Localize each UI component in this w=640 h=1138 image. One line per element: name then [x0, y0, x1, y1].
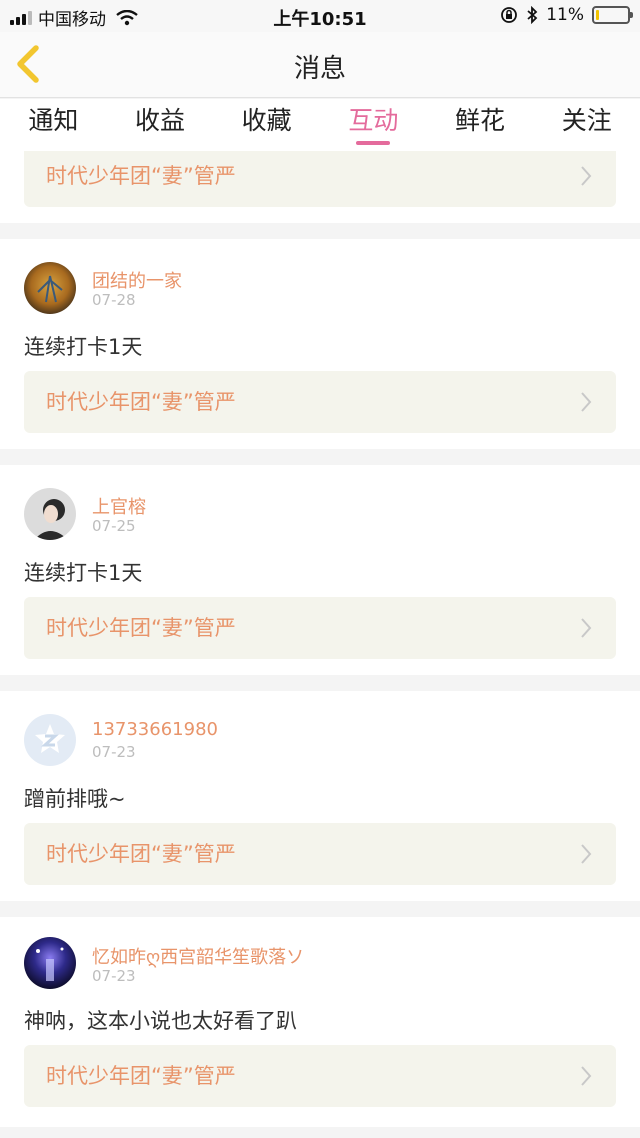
novel-title: 时代少年团“妻”管严	[46, 390, 236, 414]
user-avatar[interactable]	[24, 714, 76, 766]
novel-link-box[interactable]: 时代少年团“妻”管严	[24, 823, 616, 885]
novel-title: 时代少年团“妻”管严	[46, 164, 236, 188]
battery-icon	[592, 6, 633, 24]
tab-bar: 通知 收益 收藏 互动 鲜花 关注	[0, 99, 640, 151]
tab-favorites[interactable]: 收藏	[213, 99, 320, 151]
user-avatar[interactable]	[24, 262, 76, 314]
username[interactable]: 13733661980	[92, 719, 218, 740]
status-bar: 中国移动 上午10:51 11%	[0, 0, 640, 32]
bluetooth-icon	[527, 6, 538, 24]
message-card: 上官榕 07-25 连续打卡1天 时代少年团“妻”管严	[0, 465, 640, 675]
message-date: 07-28	[92, 291, 136, 309]
user-avatar[interactable]	[24, 937, 76, 989]
message-text: 蹭前排哦~	[24, 787, 126, 811]
novel-title: 时代少年团“妻”管严	[46, 842, 236, 866]
chevron-right-icon	[581, 1066, 592, 1086]
nav-header: 消息	[0, 32, 640, 98]
status-right: 11%	[500, 5, 633, 25]
novel-link-box[interactable]: 时代少年团“妻”管严	[24, 371, 616, 433]
orientation-lock-icon	[501, 7, 518, 23]
username[interactable]: 上官榕	[92, 493, 146, 519]
user-avatar[interactable]	[24, 488, 76, 540]
battery-level	[596, 10, 599, 20]
novel-link-box[interactable]: 时代少年团“妻”管严	[24, 151, 616, 207]
avatar-photo	[24, 262, 76, 314]
message-card: 团结的一家 07-28 连续打卡1天 时代少年团“妻”管严	[0, 239, 640, 449]
chevron-right-icon	[581, 166, 592, 186]
message-text: 神呐，这本小说也太好看了趴	[24, 1009, 297, 1033]
battery-percent: 11%	[546, 5, 584, 25]
username[interactable]: 团结的一家	[92, 267, 182, 293]
tab-notifications[interactable]: 通知	[0, 99, 107, 151]
message-date: 07-23	[92, 967, 136, 985]
page-title: 消息	[293, 54, 346, 84]
novel-title: 时代少年团“妻”管严	[46, 616, 236, 640]
message-feed[interactable]: 时代少年团“妻”管严 团结的一家 07-28 连续打卡1天 时代少年团“妻”管严	[0, 151, 640, 1138]
username[interactable]: 忆如昨ღ西宫韶华笙歌落ソ	[92, 943, 304, 969]
tab-following[interactable]: 关注	[533, 99, 640, 151]
qq-default-avatar-icon	[24, 714, 76, 766]
message-card: 时代少年团“妻”管严	[0, 151, 640, 223]
novel-title: 时代少年团“妻”管严	[46, 1064, 236, 1088]
message-date: 07-25	[92, 517, 136, 535]
tab-interactions[interactable]: 互动	[320, 99, 427, 151]
message-card: 忆如昨ღ西宫韶华笙歌落ソ 07-23 神呐，这本小说也太好看了趴 时代少年团“妻…	[0, 917, 640, 1127]
chevron-right-icon	[581, 392, 592, 412]
avatar-photo	[24, 488, 76, 540]
chevron-right-icon	[581, 844, 592, 864]
message-card: 13733661980 07-23 蹭前排哦~ 时代少年团“妻”管严	[0, 691, 640, 901]
novel-link-box[interactable]: 时代少年团“妻”管严	[24, 1045, 616, 1107]
message-text: 连续打卡1天	[24, 335, 143, 359]
avatar-photo	[24, 937, 76, 989]
chevron-right-icon	[581, 618, 592, 638]
message-date: 07-23	[92, 743, 136, 761]
tab-earnings[interactable]: 收益	[107, 99, 214, 151]
message-text: 连续打卡1天	[24, 561, 143, 585]
tab-flowers[interactable]: 鲜花	[427, 99, 534, 151]
novel-link-box[interactable]: 时代少年团“妻”管严	[24, 597, 616, 659]
